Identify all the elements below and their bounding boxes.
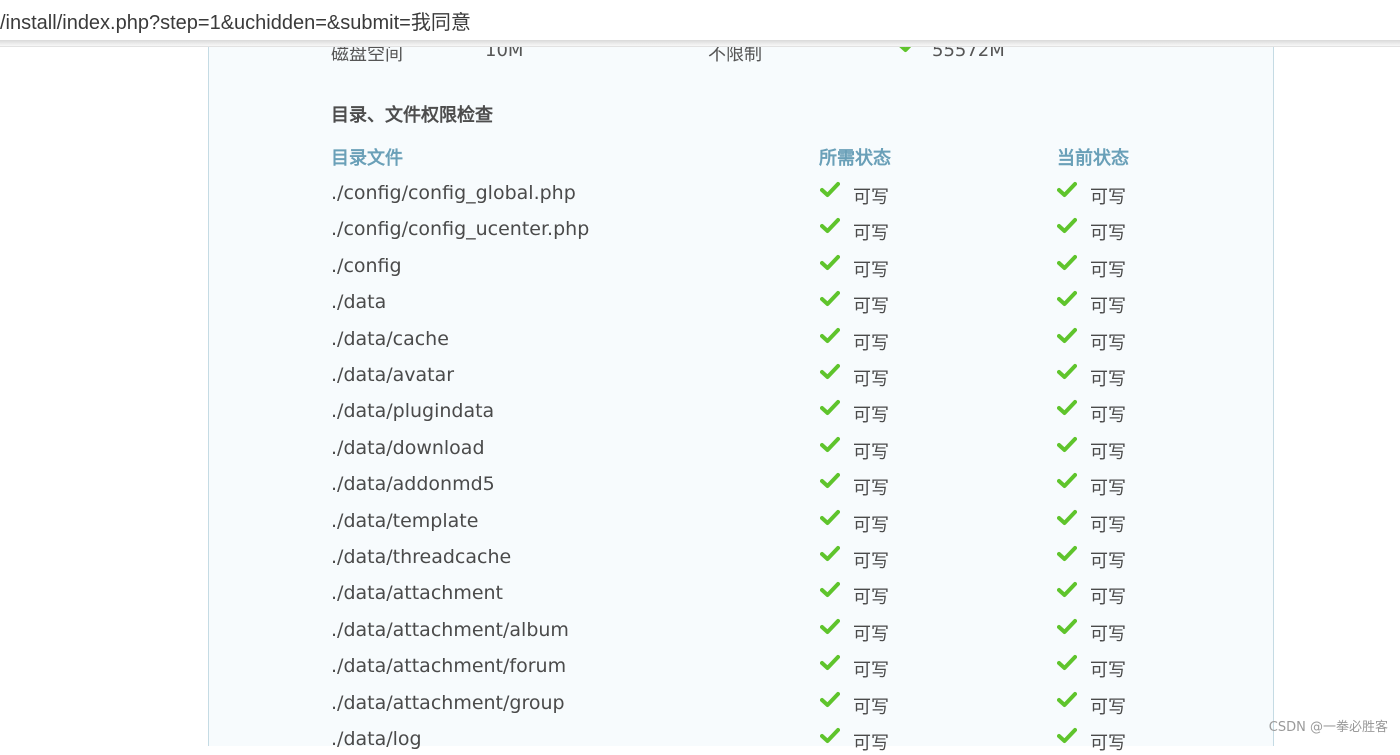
check-icon <box>1057 181 1077 203</box>
watermark: CSDN @一拳必胜客 <box>1268 720 1388 735</box>
check-icon <box>1057 327 1077 349</box>
current-status: 可写 <box>1090 624 1126 645</box>
check-icon <box>1057 545 1077 567</box>
current-status: 可写 <box>1090 369 1126 390</box>
path-cell: ./data/attachment/group <box>331 692 565 714</box>
check-icon <box>1057 472 1077 494</box>
column-header-required: 所需状态 <box>819 148 891 169</box>
required-status: 可写 <box>853 260 889 281</box>
required-status: 可写 <box>853 624 889 645</box>
required-status: 可写 <box>853 478 889 499</box>
current-status: 可写 <box>1090 697 1126 718</box>
path-cell: ./data/plugindata <box>331 400 495 422</box>
check-icon <box>820 618 840 640</box>
section-title: 目录、文件权限检查 <box>331 105 493 126</box>
check-icon <box>820 691 840 713</box>
check-icon <box>1057 217 1077 239</box>
current-status: 可写 <box>1090 442 1126 463</box>
path-cell: ./data <box>331 291 387 313</box>
check-icon <box>820 254 840 276</box>
path-cell: ./data/attachment/album <box>331 619 569 641</box>
check-icon <box>820 436 840 458</box>
path-cell: ./data/log <box>331 728 422 750</box>
required-status: 可写 <box>853 296 889 317</box>
column-header-current: 当前状态 <box>1057 148 1129 169</box>
current-status: 可写 <box>1090 660 1126 681</box>
current-status: 可写 <box>1090 333 1126 354</box>
current-status: 可写 <box>1090 478 1126 499</box>
check-icon <box>1057 436 1077 458</box>
check-icon <box>1057 691 1077 713</box>
required-status: 可写 <box>853 515 889 536</box>
path-cell: ./data/avatar <box>331 364 455 386</box>
required-status: 可写 <box>853 223 889 244</box>
check-icon <box>820 217 840 239</box>
check-icon <box>820 581 840 603</box>
current-status: 可写 <box>1090 551 1126 572</box>
current-status: 可写 <box>1090 296 1126 317</box>
current-status: 可写 <box>1090 187 1126 208</box>
required-status: 可写 <box>853 733 889 754</box>
check-icon <box>1057 363 1077 385</box>
path-cell: ./data/addonmd5 <box>331 473 495 495</box>
check-icon <box>1057 254 1077 276</box>
required-status: 可写 <box>853 333 889 354</box>
check-icon <box>820 509 840 531</box>
current-status: 可写 <box>1090 260 1126 281</box>
current-status: 可写 <box>1090 587 1126 608</box>
check-icon <box>1057 618 1077 640</box>
check-icon <box>820 545 840 567</box>
current-status: 可写 <box>1090 733 1126 754</box>
current-status: 可写 <box>1090 515 1126 536</box>
column-header-file: 目录文件 <box>331 148 403 169</box>
path-cell: ./data/template <box>331 510 479 532</box>
check-icon <box>820 472 840 494</box>
check-icon <box>820 727 840 749</box>
current-status: 可写 <box>1090 223 1126 244</box>
check-icon <box>1057 509 1077 531</box>
check-icon <box>820 654 840 676</box>
required-status: 可写 <box>853 187 889 208</box>
check-icon <box>1057 581 1077 603</box>
check-icon <box>1057 290 1077 312</box>
required-status: 可写 <box>853 442 889 463</box>
path-cell: ./config/config_global.php <box>331 182 576 204</box>
current-status: 可写 <box>1090 405 1126 426</box>
required-status: 可写 <box>853 369 889 390</box>
required-status: 可写 <box>853 405 889 426</box>
path-cell: ./data/download <box>331 437 485 459</box>
path-cell: ./config <box>331 255 402 277</box>
path-cell: ./data/attachment <box>331 582 504 604</box>
toolbar-shadow <box>0 40 1400 47</box>
check-icon <box>1057 727 1077 749</box>
required-status: 可写 <box>853 551 889 572</box>
path-cell: ./config/config_ucenter.php <box>331 218 590 240</box>
path-cell: ./data/attachment/forum <box>331 655 567 677</box>
check-icon <box>820 290 840 312</box>
url-text-display: /install/index.php?step=1&uchidden=&subm… <box>0 12 471 34</box>
check-icon <box>820 399 840 421</box>
path-cell: ./data/threadcache <box>331 546 512 568</box>
required-status: 可写 <box>853 697 889 718</box>
required-status: 可写 <box>853 660 889 681</box>
check-icon <box>820 363 840 385</box>
check-icon <box>820 181 840 203</box>
required-status: 可写 <box>853 587 889 608</box>
check-icon <box>820 327 840 349</box>
check-icon <box>1057 399 1077 421</box>
path-cell: ./data/cache <box>331 328 449 350</box>
check-icon <box>1057 654 1077 676</box>
